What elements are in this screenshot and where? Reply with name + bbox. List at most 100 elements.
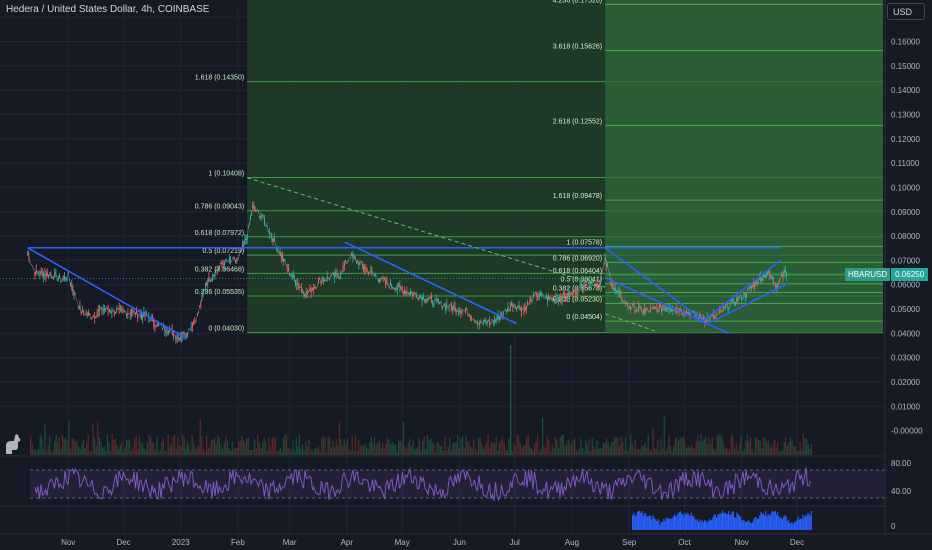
histogram-bar	[792, 524, 794, 530]
histogram-bar	[654, 519, 656, 530]
fib-level-label: 0.5 (0.07219)	[203, 248, 245, 255]
volume-bar	[518, 435, 520, 455]
histogram-bar	[753, 519, 755, 530]
volume-bar	[242, 439, 244, 455]
histogram-bar	[656, 520, 658, 530]
volume-bar	[220, 444, 222, 455]
histogram-bar	[762, 513, 764, 530]
tradingview-dino-icon[interactable]	[3, 432, 25, 456]
volume-bar	[414, 449, 416, 455]
histogram-bar	[639, 510, 641, 530]
histogram-bar	[710, 520, 712, 530]
volume-bar	[772, 443, 774, 455]
volume-bar	[238, 442, 240, 455]
time-axis[interactable]: Nov Dec 2023 Feb Mar Apr May Jun Jul Aug Sep Oct Nov…	[0, 533, 932, 547]
volume-bar	[786, 445, 788, 455]
volume-bar	[127, 439, 129, 455]
volume-bar	[290, 449, 292, 455]
volume-bar	[628, 446, 630, 455]
histogram-bar	[670, 518, 672, 530]
volume-bar	[346, 438, 348, 455]
volume-bar	[202, 449, 204, 455]
chart-title[interactable]: Hedera / United States Dollar, 4h, COINB…	[6, 4, 209, 15]
volume-bar	[386, 437, 388, 455]
histogram-bar	[707, 521, 709, 530]
volume-bar	[719, 436, 721, 455]
histogram-bar	[735, 517, 737, 530]
volume-bar	[530, 448, 532, 455]
histogram-bar	[795, 521, 797, 530]
volume-bar	[458, 447, 460, 455]
volume-bar	[652, 426, 654, 455]
volume-bar	[690, 444, 692, 455]
volume-bar	[305, 441, 307, 455]
histogram-bar	[790, 522, 792, 530]
volume-bar	[124, 446, 126, 455]
price-badge-value: 0.06250	[891, 268, 929, 281]
histogram-bar	[772, 511, 774, 530]
histogram-bar	[760, 512, 762, 530]
volume-bar	[462, 435, 464, 455]
volume-bar	[703, 439, 705, 455]
volume-bar	[434, 451, 436, 455]
volume-bar	[586, 445, 588, 455]
volume-bar	[383, 448, 385, 455]
volume-bar	[364, 443, 366, 455]
volume-bar	[625, 437, 627, 455]
histogram-bar	[664, 521, 666, 530]
histogram-bar	[788, 519, 790, 530]
volume-bar	[402, 421, 404, 455]
volume-bar	[183, 437, 185, 455]
volume-bar	[684, 442, 686, 455]
volume-bar	[257, 434, 259, 455]
volume-bar	[326, 451, 328, 455]
volume-bar	[273, 436, 275, 455]
volume-bar	[630, 434, 632, 455]
volume-bar	[452, 442, 454, 455]
volume-bar	[284, 434, 286, 455]
volume-bar	[95, 446, 97, 455]
volume-bar	[350, 450, 352, 455]
histogram-bar	[732, 511, 734, 530]
price-tick-label: 0.16000	[891, 37, 920, 46]
volume-bar	[671, 451, 673, 455]
histogram-bar	[718, 514, 720, 530]
volume-bar	[50, 451, 52, 455]
volume-bar	[94, 437, 96, 455]
histogram-bar	[743, 520, 745, 530]
volume-bar	[174, 434, 176, 455]
volume-bar	[302, 444, 304, 455]
histogram-bar	[794, 521, 796, 530]
volume-bar	[103, 446, 105, 455]
volume-bar	[378, 440, 380, 455]
volume-bar	[130, 450, 132, 455]
volume-bar	[241, 436, 243, 455]
price-tick-label: 0.11000	[891, 159, 920, 168]
volume-bar	[385, 443, 387, 455]
fib-level-label: 0.786 (0.06920)	[553, 255, 602, 262]
volume-bar	[503, 442, 505, 455]
volume-bar	[169, 446, 171, 455]
volume-bar	[289, 449, 291, 455]
time-tick-label: May	[395, 538, 410, 547]
volume-bar	[673, 444, 675, 455]
currency-button[interactable]: USD	[887, 3, 925, 20]
chart-canvas[interactable]: 1.618 (0.14350) 1 (0.10408) 0.786 (0.09043…	[0, 0, 932, 550]
volume-bar	[300, 448, 302, 455]
time-tick-label: Feb	[231, 538, 245, 547]
volume-bar	[114, 439, 116, 455]
volume-bar	[391, 441, 393, 455]
histogram-bar	[771, 511, 773, 530]
volume-bar	[724, 448, 726, 455]
histogram-bar	[692, 515, 694, 530]
volume-bar	[516, 434, 518, 455]
volume-bar	[666, 447, 668, 455]
volume-bar	[513, 443, 515, 455]
volume-bar	[247, 437, 249, 455]
histogram-bar	[711, 519, 713, 530]
histogram-bar	[802, 514, 804, 530]
volume-bar	[676, 437, 678, 455]
volume-bar	[362, 446, 364, 455]
volume-bar	[370, 436, 372, 455]
histogram-bar	[777, 511, 779, 530]
